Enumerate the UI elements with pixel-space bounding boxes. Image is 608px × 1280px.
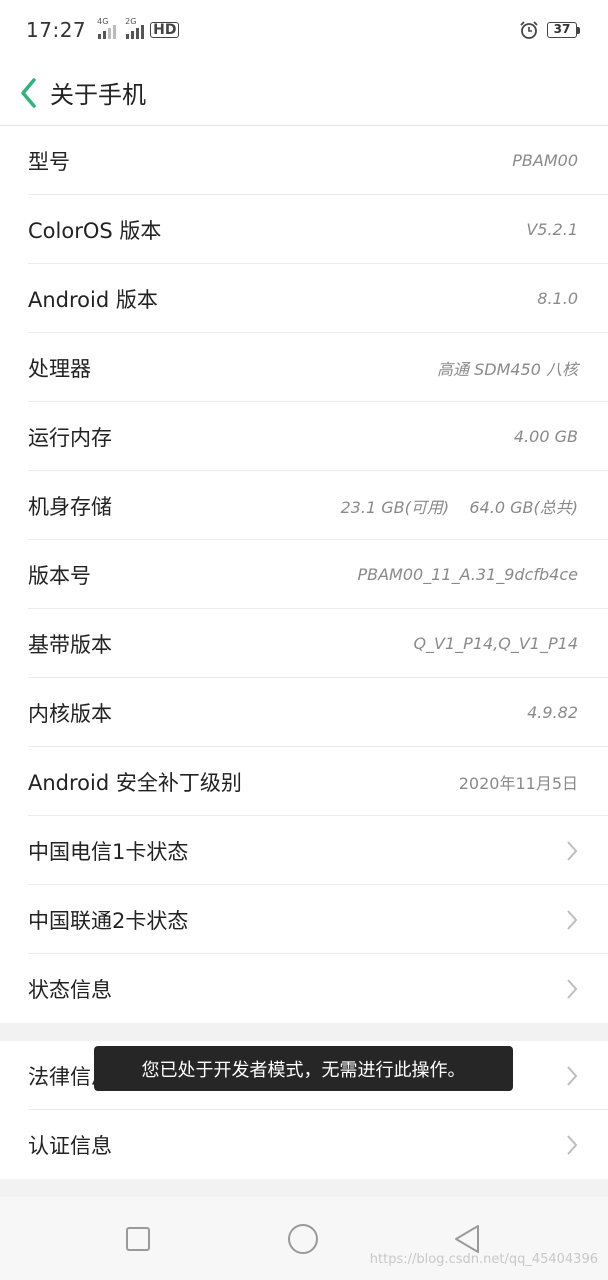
home-icon[interactable] [287, 1223, 319, 1255]
list-item-android-version[interactable]: Android 版本 8.1.0 [0, 264, 608, 333]
back-triangle-icon[interactable] [452, 1223, 484, 1255]
status-bar-left: 17:27 4G 2G HD [26, 17, 180, 42]
row-label: 基带版本 [28, 632, 112, 657]
row-value: Q_V1_P14,Q_V1_P14 [413, 634, 578, 653]
list-item-build-number[interactable]: 版本号 PBAM00_11_A.31_9dcfb4ce [0, 540, 608, 609]
chevron-right-icon [567, 840, 578, 861]
battery-icon: 37 [547, 22, 580, 38]
row-value: 23.1 GB(可用) 64.0 GB(总共) [340, 497, 579, 517]
row-label: ColorOS 版本 [28, 218, 162, 243]
page-title: 关于手机 [50, 81, 146, 109]
row-label: 中国联通2卡状态 [28, 908, 189, 933]
about-phone-list: 型号 PBAM00 ColorOS 版本 V5.2.1 Android 版本 8… [0, 126, 608, 1023]
row-value: 8.1.0 [537, 289, 578, 308]
list-item-status-info[interactable]: 状态信息 [0, 954, 608, 1023]
sim2-signal-icon: 2G [125, 17, 145, 39]
list-item-ram: 运行内存 4.00 GB [0, 402, 608, 471]
list-item-model: 型号 PBAM00 [0, 126, 608, 195]
clock: 17:27 [26, 18, 87, 42]
chevron-right-icon [567, 1134, 578, 1155]
list-item-processor: 处理器 高通 SDM450 八核 [0, 333, 608, 402]
row-value: 4.00 GB [513, 427, 578, 446]
row-label: 版本号 [28, 563, 91, 588]
row-label: 运行内存 [28, 425, 112, 450]
row-label: Android 版本 [28, 287, 158, 312]
chevron-right-icon [567, 909, 578, 930]
hd-voice-icon: HD [150, 22, 180, 38]
row-label: 处理器 [28, 356, 91, 381]
list-item-sim2-status[interactable]: 中国联通2卡状态 [0, 885, 608, 954]
status-bar-right: 37 [519, 20, 580, 40]
page-header: 关于手机 [0, 60, 608, 126]
alarm-icon [520, 21, 538, 39]
status-bar: 17:27 4G 2G HD 37 [0, 0, 608, 60]
recent-apps-icon[interactable] [122, 1223, 154, 1255]
row-value: PBAM00_11_A.31_9dcfb4ce [357, 565, 578, 584]
row-label: 状态信息 [28, 977, 112, 1002]
row-value: 2020年11月5日 [458, 773, 578, 793]
list-item-kernel-version: 内核版本 4.9.82 [0, 678, 608, 747]
row-value: V5.2.1 [526, 220, 578, 239]
chevron-right-icon [567, 978, 578, 999]
row-label: 型号 [28, 149, 70, 174]
row-value: 高通 SDM450 八核 [437, 359, 578, 379]
row-label: 认证信息 [28, 1133, 112, 1158]
list-item-sim1-status[interactable]: 中国电信1卡状态 [0, 816, 608, 885]
list-item-baseband-version: 基带版本 Q_V1_P14,Q_V1_P14 [0, 609, 608, 678]
chevron-left-icon[interactable] [16, 76, 42, 110]
navigation-bar [0, 1197, 608, 1280]
list-item-certification-info[interactable]: 认证信息 [0, 1110, 608, 1179]
row-label: Android 安全补丁级别 [28, 770, 242, 795]
list-item-security-patch: Android 安全补丁级别 2020年11月5日 [0, 747, 608, 816]
row-label: 中国电信1卡状态 [28, 839, 189, 864]
row-value: 4.9.82 [527, 703, 578, 722]
sim1-signal-icon: 4G [97, 17, 117, 39]
chevron-right-icon [567, 1065, 578, 1086]
row-label: 机身存储 [28, 494, 112, 519]
toast-message: 您已处于开发者模式，无需进行此操作。 [94, 1046, 513, 1091]
row-label: 内核版本 [28, 701, 112, 726]
watermark: https://blog.csdn.net/qq_45404396 [369, 1252, 598, 1267]
list-item-coloros-version: ColorOS 版本 V5.2.1 [0, 195, 608, 264]
list-item-storage: 机身存储 23.1 GB(可用) 64.0 GB(总共) [0, 471, 608, 540]
battery-level: 37 [547, 22, 577, 38]
row-value: PBAM00 [512, 151, 578, 170]
